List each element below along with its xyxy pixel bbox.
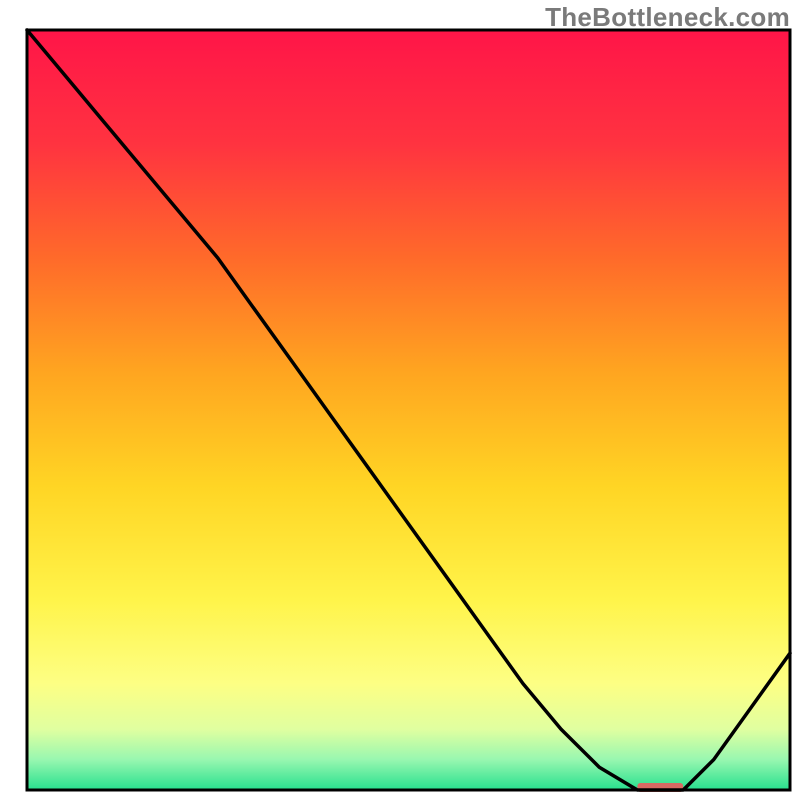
chart-frame: TheBottleneck.com	[0, 0, 800, 800]
chart-svg	[0, 0, 800, 800]
plot-background	[27, 30, 790, 790]
